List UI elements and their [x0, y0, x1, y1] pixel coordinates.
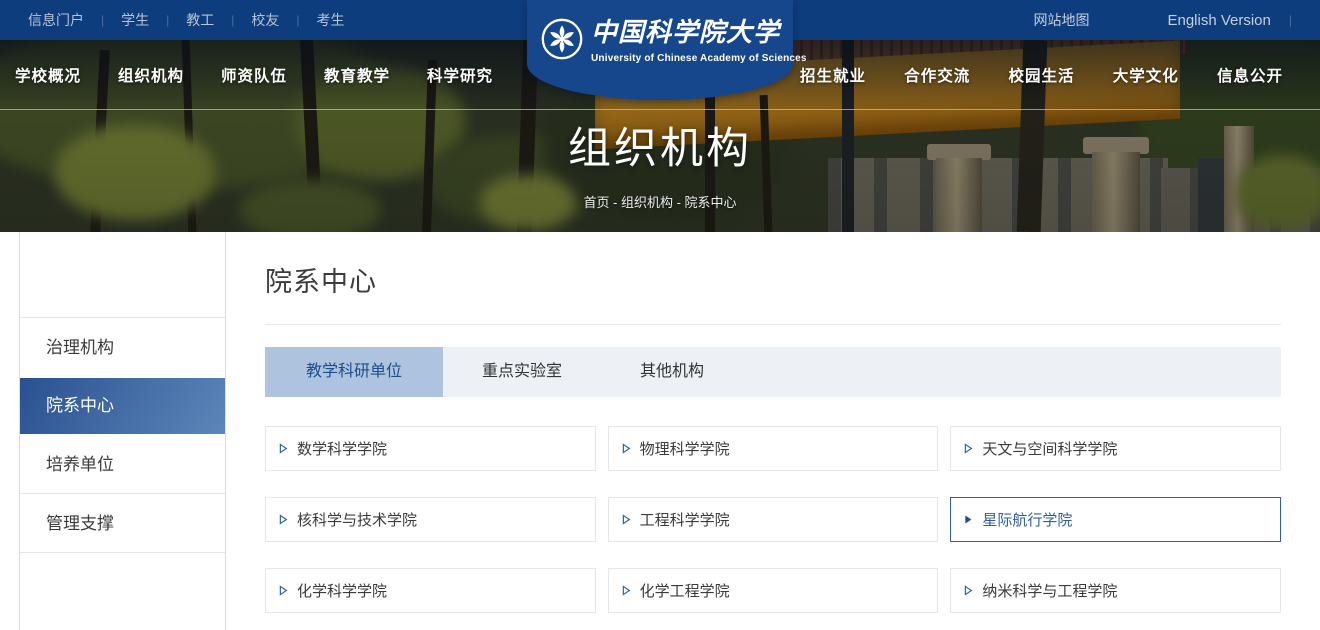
content-area: 治理机构院系中心培养单位管理支撑 院系中心 教学科研单位重点实验室其他机构 数学… [0, 232, 1320, 630]
topbar-links: 信息门户 | 学生 | 教工 | 校友 | 考生 [28, 10, 345, 30]
triangle-bullet-icon [279, 443, 288, 454]
department-label: 数学科学学院 [297, 438, 387, 459]
topbar-link[interactable]: 考生 [317, 10, 345, 30]
triangle-bullet-icon [964, 514, 973, 525]
department-card[interactable]: 数学科学学院 [265, 426, 596, 471]
sidebar-spacer [20, 232, 225, 318]
department-label: 化学工程学院 [640, 580, 730, 601]
nav-item[interactable]: 招生就业 [800, 64, 866, 86]
sidebar-item[interactable]: 管理支撑 [20, 494, 225, 553]
breadcrumb[interactable]: 首页 - 组织机构 - 院系中心 [0, 192, 1320, 211]
sidebar-item[interactable]: 治理机构 [20, 318, 225, 377]
tab-other-orgs[interactable]: 其他机构 [601, 347, 743, 397]
department-card[interactable]: 工程科学学院 [608, 497, 939, 542]
main-nav-left: 学校概况 组织机构 师资队伍 教育教学 科学研究 [15, 64, 493, 86]
department-card[interactable]: 化学科学学院 [265, 568, 596, 613]
sidebar-item[interactable]: 院系中心 [20, 378, 225, 434]
department-card[interactable]: 星际航行学院 [950, 497, 1281, 542]
english-version-link[interactable]: English Version [1167, 12, 1270, 29]
triangle-bullet-icon [622, 514, 631, 525]
main-panel: 院系中心 教学科研单位重点实验室其他机构 数学科学学院 物理科学学院 天文与空间科学… [265, 232, 1281, 613]
triangle-bullet-icon [622, 443, 631, 454]
sitemap-link[interactable]: 网站地图 [1033, 10, 1089, 30]
department-label: 天文与空间科学学院 [982, 438, 1117, 459]
sidebar-item[interactable]: 培养单位 [20, 435, 225, 494]
department-label: 纳米科学与工程学院 [982, 580, 1117, 601]
nav-item[interactable]: 合作交流 [904, 64, 970, 86]
university-name-zh: 中国科学院大学 [591, 16, 807, 50]
department-label: 工程科学学院 [640, 509, 730, 530]
nav-item[interactable]: 教育教学 [324, 64, 390, 86]
triangle-bullet-icon [279, 585, 288, 596]
university-emblem-icon [541, 18, 583, 60]
nav-item[interactable]: 组织机构 [118, 64, 184, 86]
topbar-link[interactable]: 信息门户 [28, 10, 84, 30]
department-card[interactable]: 天文与空间科学学院 [950, 426, 1281, 471]
topbar-link[interactable]: 校友 [251, 10, 279, 30]
department-grid: 数学科学学院 物理科学学院 天文与空间科学学院核科学与技术学院 工程科学学院 星际航行学… [265, 426, 1281, 613]
tab-bar: 教学科研单位重点实验室其他机构 [265, 347, 1281, 397]
separator: | [101, 13, 104, 27]
university-name-en: University of Chinese Academy of Science… [591, 53, 807, 64]
divider [265, 324, 1281, 325]
department-label: 物理科学学院 [640, 438, 730, 459]
department-card[interactable]: 化学工程学院 [608, 568, 939, 613]
tab-teaching-research[interactable]: 教学科研单位 [265, 347, 443, 397]
tab-key-labs[interactable]: 重点实验室 [443, 347, 601, 397]
triangle-bullet-icon [964, 443, 973, 454]
separator: | [296, 13, 299, 27]
nav-item[interactable]: 师资队伍 [221, 64, 287, 86]
nav-item[interactable]: 信息公开 [1217, 64, 1283, 86]
page-banner-title: 组织机构 [0, 114, 1320, 176]
main-nav-right: 招生就业 合作交流 校园生活 大学文化 信息公开 [800, 64, 1283, 86]
triangle-bullet-icon [964, 585, 973, 596]
department-card[interactable]: 核科学与技术学院 [265, 497, 596, 542]
university-logo[interactable]: 中国科学院大学 University of Chinese Academy of… [527, 0, 793, 100]
separator: | [1289, 13, 1292, 27]
separator: | [231, 13, 234, 27]
department-card[interactable]: 纳米科学与工程学院 [950, 568, 1281, 613]
topbar-right: 网站地图 English Version | [1033, 10, 1292, 30]
nav-item[interactable]: 校园生活 [1008, 64, 1074, 86]
separator: | [166, 13, 169, 27]
triangle-bullet-icon [622, 585, 631, 596]
page-title: 院系中心 [265, 260, 1281, 299]
nav-item[interactable]: 大学文化 [1113, 64, 1179, 86]
topbar-link[interactable]: 教工 [186, 10, 214, 30]
department-label: 星际航行学院 [982, 509, 1072, 530]
department-label: 核科学与技术学院 [297, 509, 417, 530]
university-name: 中国科学院大学 University of Chinese Academy of… [591, 16, 807, 64]
nav-item[interactable]: 学校概况 [15, 64, 81, 86]
triangle-bullet-icon [279, 514, 288, 525]
topbar-link[interactable]: 学生 [121, 10, 149, 30]
nav-item[interactable]: 科学研究 [427, 64, 493, 86]
department-label: 化学科学学院 [297, 580, 387, 601]
sidebar: 治理机构院系中心培养单位管理支撑 [19, 232, 226, 630]
department-card[interactable]: 物理科学学院 [608, 426, 939, 471]
